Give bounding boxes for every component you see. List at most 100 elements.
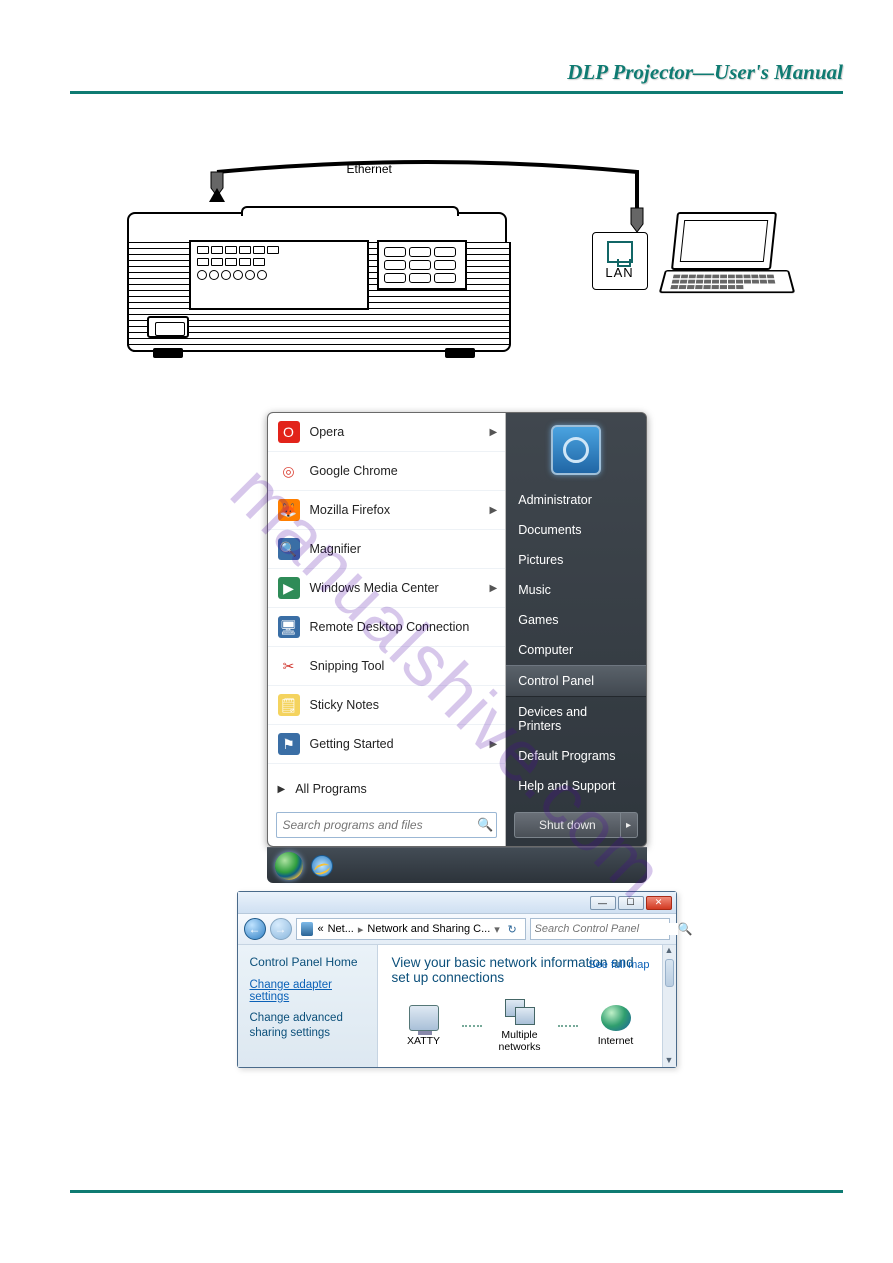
start-menu-item[interactable]: ⚑Getting Started▶: [268, 725, 506, 764]
start-menu-item[interactable]: 🗒 Sticky Notes: [268, 686, 506, 725]
start-menu-right-link[interactable]: Computer: [506, 635, 645, 665]
app-icon: ✂: [278, 655, 300, 677]
search-icon: 🔍: [678, 922, 693, 936]
scrollbar[interactable]: ▲ ▼: [662, 945, 676, 1067]
start-menu-right-link[interactable]: Devices and Printers: [506, 697, 645, 741]
network-node-label: Internet: [584, 1035, 648, 1047]
start-menu-item-label: Google Chrome: [310, 464, 398, 478]
minimize-button[interactable]: —: [590, 896, 616, 910]
start-menu-item-label: Windows Media Center: [310, 581, 439, 595]
start-menu-item-label: Remote Desktop Connection: [310, 620, 470, 634]
app-icon: 🦊: [278, 499, 300, 521]
app-icon: ◎: [278, 460, 300, 482]
connection-diagram: Ethernet LAN: [117, 162, 797, 382]
breadcrumb-part-2[interactable]: Network and Sharing C...: [367, 923, 490, 935]
start-menu-item[interactable]: ▶Windows Media Center▶: [268, 569, 506, 608]
start-menu-right-link[interactable]: Games: [506, 605, 645, 635]
scroll-up-icon[interactable]: ▲: [663, 945, 676, 957]
search-icon: 🔍: [474, 817, 496, 833]
app-icon: ▶: [278, 577, 300, 599]
start-menu-item-label: Sticky Notes: [310, 698, 379, 712]
maximize-button[interactable]: ☐: [618, 896, 644, 910]
start-menu-right-link[interactable]: Control Panel: [506, 665, 645, 697]
start-menu-right-link[interactable]: Administrator: [506, 485, 645, 515]
network-node-label: XATTY: [392, 1035, 456, 1047]
network-link-icon: [558, 1025, 578, 1027]
window-titlebar: — ☐ ✕: [238, 892, 676, 914]
scroll-down-icon[interactable]: ▼: [663, 1055, 676, 1067]
start-menu-item[interactable]: 🖥 Remote Desktop Connection: [268, 608, 506, 647]
control-panel-icon: [301, 922, 314, 936]
chevron-right-icon: ▶: [490, 427, 498, 438]
control-panel-main: View your basic network information and …: [378, 945, 662, 1067]
start-menu-item[interactable]: 🦊 Mozilla Firefox ▶: [268, 491, 506, 530]
lan-jack: LAN: [592, 232, 648, 290]
network-node: Multiple networks: [488, 999, 552, 1053]
start-menu-right-link[interactable]: Help and Support: [506, 771, 645, 801]
lan-label: LAN: [593, 265, 647, 280]
shutdown-label: Shut down: [514, 812, 619, 838]
start-menu-right-link[interactable]: Pictures: [506, 545, 645, 575]
network-map: XATTY Multiple networks Internet: [392, 999, 650, 1053]
all-programs[interactable]: ▶ All Programs: [268, 772, 506, 806]
control-panel-search-input[interactable]: [535, 923, 678, 935]
multi-icon: [505, 999, 535, 1025]
refresh-icon[interactable]: ↻: [504, 923, 521, 936]
app-icon: 🖥: [278, 616, 300, 638]
footer-rule: [70, 1190, 843, 1193]
start-menu: O Opera ▶ ◎ Google Chrome 🦊 Mozilla Firefox ▶ 🔍 M…: [267, 412, 647, 883]
chevron-right-icon: ▶: [490, 505, 498, 516]
start-menu-right-link[interactable]: Default Programs: [506, 741, 645, 771]
start-menu-right-link[interactable]: Music: [506, 575, 645, 605]
network-node-label: Multiple networks: [488, 1029, 552, 1053]
scroll-thumb[interactable]: [665, 959, 674, 987]
start-menu-item[interactable]: ✂ Snipping Tool: [268, 647, 506, 686]
start-menu-right-link[interactable]: Documents: [506, 515, 645, 545]
laptop-illustration: [662, 212, 792, 302]
app-icon: 🔍: [278, 538, 300, 560]
rj45-icon: [607, 241, 633, 263]
nav-forward-button[interactable]: →: [270, 918, 292, 940]
start-menu-item-label: Snipping Tool: [310, 659, 385, 673]
control-panel-sidebar: Control Panel Home Change adapter settin…: [238, 945, 378, 1067]
user-avatar-icon: [551, 425, 601, 475]
breadcrumb-ellipsis: «: [317, 923, 323, 935]
projector-illustration: [117, 192, 517, 372]
nav-back-button[interactable]: ←: [244, 918, 266, 940]
close-button[interactable]: ✕: [646, 896, 672, 910]
start-menu-item[interactable]: ◎ Google Chrome: [268, 452, 506, 491]
see-full-map-link[interactable]: See full map: [588, 959, 649, 971]
network-link-icon: [462, 1025, 482, 1027]
start-search-box[interactable]: 🔍: [276, 812, 498, 838]
change-advanced-sharing-link[interactable]: Change advanced sharing settings: [250, 1011, 367, 1041]
header-rule: [70, 91, 843, 94]
chevron-right-icon: ▶: [278, 784, 286, 795]
start-menu-item-label: Mozilla Firefox: [310, 503, 391, 517]
start-menu-item[interactable]: O Opera ▶: [268, 413, 506, 452]
control-panel-window: — ☐ ✕ ← → « Net... ▸ Network and Sharing…: [237, 891, 677, 1068]
control-panel-search[interactable]: 🔍: [530, 918, 670, 940]
start-menu-item-label: Magnifier: [310, 542, 361, 556]
breadcrumb[interactable]: « Net... ▸ Network and Sharing C... ▾ ↻: [296, 918, 526, 940]
internet-explorer-icon[interactable]: [311, 855, 333, 877]
all-programs-label: All Programs: [295, 782, 367, 796]
change-adapter-settings-link[interactable]: Change adapter settings: [250, 979, 367, 1003]
globe-icon: [601, 1005, 631, 1031]
pc-icon: [409, 1005, 439, 1031]
start-menu-left-column: O Opera ▶ ◎ Google Chrome 🦊 Mozilla Firefox ▶ 🔍 M…: [268, 413, 507, 846]
app-icon: O: [278, 421, 300, 443]
shutdown-options-chevron-icon[interactable]: ▸: [620, 812, 638, 838]
app-icon: ⚑: [278, 733, 300, 755]
app-icon: 🗒: [278, 694, 300, 716]
breadcrumb-part-1[interactable]: Net...: [328, 923, 354, 935]
chevron-down-icon[interactable]: ▾: [494, 923, 500, 936]
start-menu-item[interactable]: 🔍 Magnifier: [268, 530, 506, 569]
start-search-input[interactable]: [277, 813, 475, 837]
taskbar: [267, 847, 647, 883]
network-node: Internet: [584, 1005, 648, 1047]
shutdown-button[interactable]: Shut down ▸: [514, 812, 637, 838]
start-menu-item-label: Opera: [310, 425, 345, 439]
start-orb-icon[interactable]: [275, 852, 303, 880]
control-panel-home-link[interactable]: Control Panel Home: [250, 955, 367, 969]
ethernet-label: Ethernet: [347, 162, 392, 176]
